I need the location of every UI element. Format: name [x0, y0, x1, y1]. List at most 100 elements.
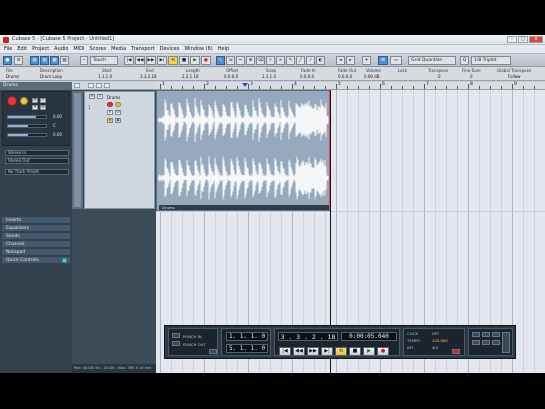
info-value-length[interactable]: 2.2.1.18	[182, 74, 199, 79]
line-tool-icon[interactable]: ╱	[296, 56, 305, 65]
track-monitor-button[interactable]	[115, 102, 121, 107]
info-value-global-transpose[interactable]: Follow	[508, 74, 521, 79]
show-overview-button[interactable]: ▦	[50, 56, 59, 65]
quantize-preset-select[interactable]: 1/8 Triplet	[471, 56, 511, 65]
track-read-button[interactable]: R	[107, 110, 113, 115]
draw-tool-icon[interactable]: ✎	[286, 56, 295, 65]
info-value-start[interactable]: 1.1.1.0	[98, 74, 112, 79]
cursor-marker-icon[interactable]	[242, 83, 248, 87]
punch-in-label[interactable]: PUNCH IN	[183, 334, 202, 339]
global-read-icon[interactable]	[104, 83, 110, 88]
menu-edit[interactable]: Edit	[17, 46, 27, 52]
menu-transport[interactable]: Transport	[131, 46, 154, 52]
transport-forward-button[interactable]: ▶▶	[307, 347, 319, 356]
menu-scores[interactable]: Scores	[90, 46, 107, 52]
range-tool-icon[interactable]: ⇲	[226, 56, 235, 65]
close-button[interactable]: ×	[529, 36, 543, 43]
input-routing-select[interactable]: Stereo In	[5, 150, 69, 156]
inspector-header[interactable]: Drums	[0, 82, 72, 90]
inspector-solo-button[interactable]: S	[40, 98, 46, 103]
stop-button[interactable]: ■	[179, 56, 189, 65]
constrain-delay-button[interactable]: ⊡	[14, 56, 23, 65]
inspector-read-button[interactable]: R	[32, 105, 38, 110]
signature-value[interactable]: 4/4	[432, 345, 438, 350]
info-value-file[interactable]: Drums	[6, 74, 19, 79]
marker-1-button[interactable]	[472, 332, 480, 337]
marker-5-button[interactable]	[482, 340, 490, 345]
inspector-section-notepad[interactable]: Notepad	[2, 249, 70, 256]
transport-cycle-button[interactable]: ⟲	[335, 347, 347, 356]
click-label[interactable]: CLICK	[407, 331, 418, 336]
zoom-tool-icon[interactable]: ⌕	[266, 56, 275, 65]
audio-event[interactable]: Drums	[156, 90, 331, 211]
marker-2-button[interactable]	[482, 332, 490, 337]
quantize-icon[interactable]: Q	[460, 56, 469, 65]
menu-midi[interactable]: MIDI	[73, 46, 84, 52]
transport-record-button[interactable]: ●	[377, 347, 389, 356]
marker-3-button[interactable]	[492, 332, 500, 337]
go-to-start-button[interactable]: |◀	[124, 56, 134, 65]
track-edit-button[interactable]: e	[107, 118, 113, 123]
menu-window[interactable]: Window (6)	[184, 46, 212, 52]
inspector-write-button[interactable]: W	[40, 105, 46, 110]
info-value-volume[interactable]: 0.00 dB	[364, 74, 379, 79]
menu-devices[interactable]: Devices	[160, 46, 180, 52]
track-lock-icon[interactable]: ▣	[115, 118, 121, 123]
add-track-icon[interactable]	[74, 83, 80, 88]
show-info-line-button[interactable]: ▥	[40, 56, 49, 65]
inspector-section-sends[interactable]: Sends	[2, 233, 70, 240]
automation-mode-select[interactable]: Touch	[90, 56, 118, 65]
transport-rewind-button[interactable]: ◀◀	[293, 347, 305, 356]
inspector-section-quick-controls[interactable]: Quick Controls	[2, 257, 70, 264]
info-value-fade-out[interactable]: 0.0.0.0	[338, 74, 352, 79]
track-record-button[interactable]	[107, 102, 113, 107]
show-inspector-button[interactable]: ▤	[30, 56, 39, 65]
nudge-left-icon[interactable]: ◂	[336, 56, 345, 65]
color-menu-icon[interactable]: ▾	[362, 56, 371, 65]
auto-quantize-icon[interactable]	[209, 349, 217, 354]
color-tool-icon[interactable]: ◐	[316, 56, 325, 65]
quick-controls-toggle[interactable]	[62, 258, 67, 263]
punch-out-label[interactable]: PUNCH OUT	[183, 342, 206, 347]
cycle-button[interactable]: ⟲	[168, 56, 178, 65]
right-locator-display[interactable]: 5. 1. 1. 0	[226, 344, 268, 353]
pan-slider[interactable]	[7, 124, 47, 128]
secondary-time-display[interactable]: 0:00:05.040	[341, 332, 397, 341]
marker-6-button[interactable]	[492, 340, 500, 345]
menu-media[interactable]: Media	[111, 46, 126, 52]
play-button[interactable]: ▶	[190, 56, 200, 65]
info-value-fine-tune[interactable]: 0	[470, 74, 473, 79]
marker-4-button[interactable]	[472, 340, 480, 345]
snap-toggle-button[interactable]: ⊞	[378, 56, 388, 65]
menu-file[interactable]: File	[4, 46, 12, 52]
inspector-section-equalizers[interactable]: Equalizers	[2, 225, 70, 232]
left-locator-display[interactable]: 1. 1. 1. 0	[226, 332, 268, 341]
go-to-end-button[interactable]: ▶|	[157, 56, 167, 65]
tempo-value[interactable]: 120.000	[432, 338, 448, 343]
global-mute-icon[interactable]	[88, 83, 94, 88]
track-solo-button[interactable]: S	[97, 94, 103, 99]
info-value-snap[interactable]: 1.1.1.0	[262, 74, 276, 79]
inspector-section-inserts[interactable]: Inserts	[2, 217, 70, 224]
output-routing-select[interactable]: Stereo Out	[5, 158, 69, 164]
inspector-section-channel[interactable]: Channel	[2, 241, 70, 248]
sync-label[interactable]: INT	[407, 345, 413, 350]
record-enable-button[interactable]	[7, 96, 17, 106]
fast-forward-button[interactable]: ▶▶	[146, 56, 156, 65]
erase-tool-icon[interactable]: ⌫	[256, 56, 265, 65]
snap-type-select[interactable]: ▭	[390, 56, 402, 65]
track-write-button[interactable]: W	[115, 110, 121, 115]
tempo-label[interactable]: TEMPO	[407, 338, 420, 343]
track-preset-field[interactable]: No Track Preset	[5, 169, 69, 175]
monitor-button[interactable]	[20, 97, 28, 105]
delay-slider[interactable]	[7, 133, 47, 137]
info-value-end[interactable]: 3.3.2.18	[140, 74, 157, 79]
minimize-button[interactable]: –	[507, 36, 517, 43]
global-solo-icon[interactable]	[96, 83, 102, 88]
maximize-button[interactable]: □	[518, 36, 528, 43]
track-name[interactable]: Drums	[107, 95, 120, 100]
activate-project-button[interactable]: ●	[3, 56, 12, 65]
play-tool-icon[interactable]: ♪	[306, 56, 315, 65]
rewind-button[interactable]: ◀◀	[135, 56, 145, 65]
auto-mode-icon[interactable]: ⌁	[80, 56, 88, 65]
